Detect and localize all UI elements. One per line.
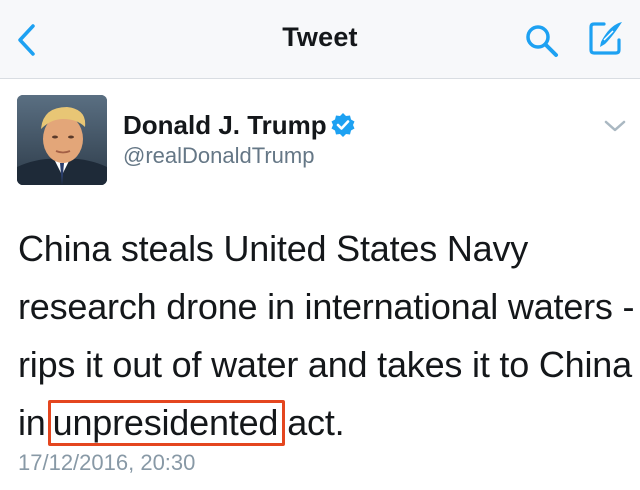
- tweet-line: in unpresidented act.: [18, 394, 628, 452]
- tweet-line: China steals United States Navy: [18, 228, 529, 269]
- verified-badge-icon: [330, 112, 356, 138]
- tweet-text: China steals United States Navy research…: [18, 220, 635, 452]
- tweet-timestamp: 17/12/2016, 20:30: [18, 450, 196, 475]
- tweet-word: in: [18, 402, 46, 443]
- chevron-down-icon: [604, 120, 626, 132]
- author-display-name[interactable]: Donald J. Trump: [123, 110, 327, 141]
- compose-icon: [589, 22, 622, 55]
- search-icon: [526, 25, 558, 57]
- tweet-line: research drone in international waters -: [18, 286, 635, 327]
- author-handle[interactable]: @realDonaldTrump: [123, 143, 314, 169]
- profile-photo: [17, 95, 107, 185]
- tweet-options-button[interactable]: [600, 114, 630, 138]
- avatar[interactable]: [17, 95, 107, 185]
- tweet-word: act.: [287, 402, 345, 443]
- tweet-line: rips it out of water and takes it to Chi…: [18, 344, 632, 385]
- navigation-bar: Tweet: [0, 0, 640, 79]
- search-button[interactable]: [520, 20, 564, 62]
- compose-button[interactable]: [584, 16, 628, 60]
- highlighted-word: unpresidented: [47, 400, 286, 446]
